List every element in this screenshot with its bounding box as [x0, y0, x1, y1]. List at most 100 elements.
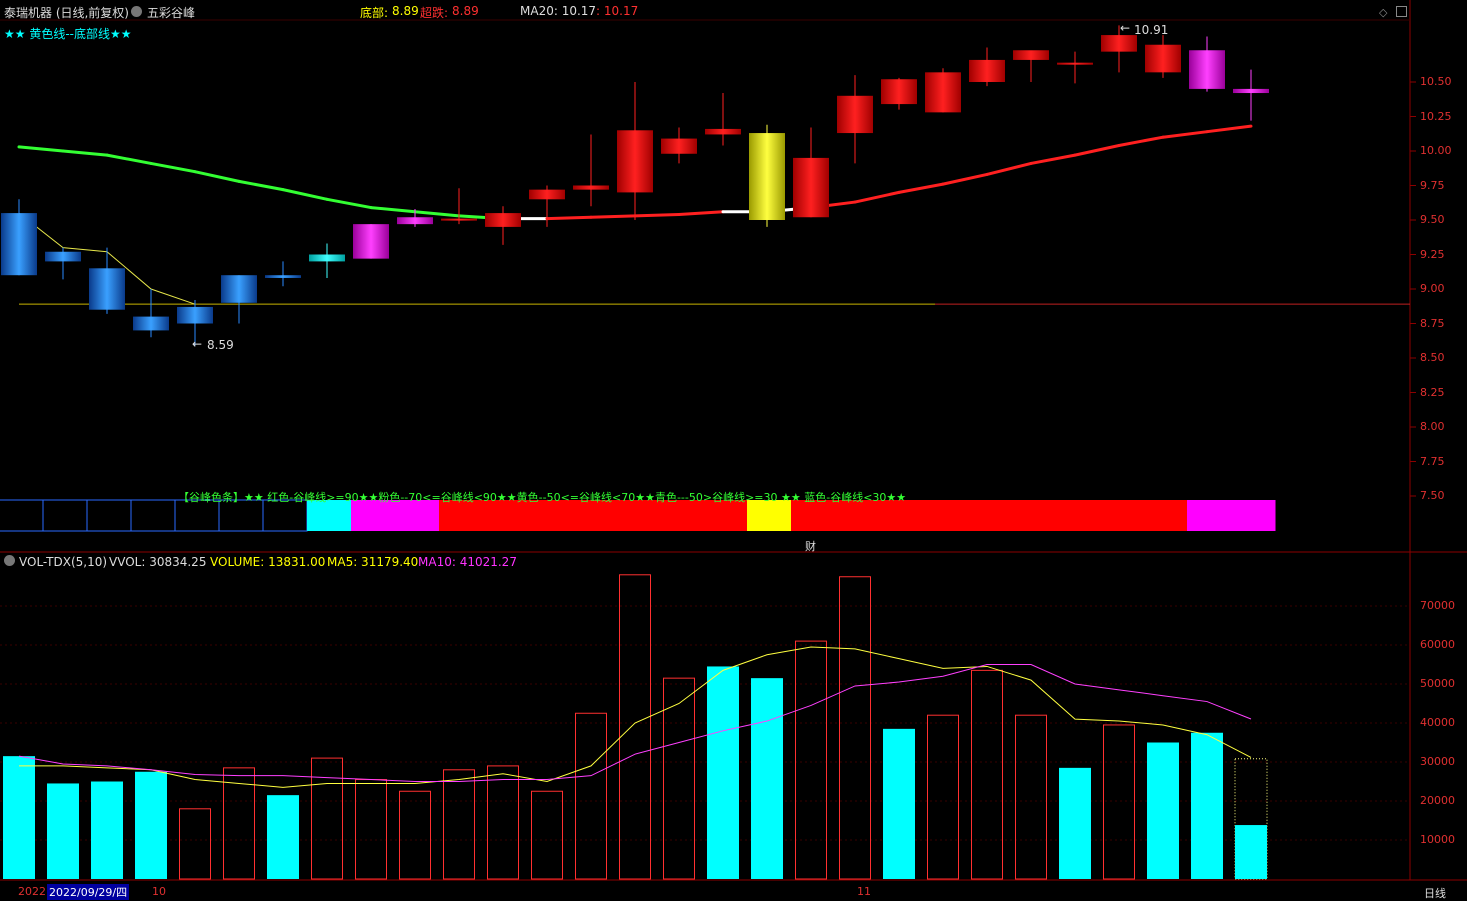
candle-body — [837, 95, 873, 134]
candle-body — [705, 128, 741, 135]
band-cell — [130, 499, 176, 532]
maximize-icon[interactable] — [1396, 6, 1407, 17]
price-tick-label: 8.50 — [1420, 351, 1445, 364]
ma20-segment — [281, 188, 329, 201]
volume-tick-label: 20000 — [1420, 794, 1455, 807]
volume-bar — [751, 678, 783, 879]
ma20-segment — [193, 170, 241, 183]
ma20-segment — [545, 215, 593, 221]
band-cell — [0, 499, 44, 532]
volume-tick-label: 50000 — [1420, 677, 1455, 690]
band-cell — [1187, 500, 1232, 531]
candle-body — [1101, 35, 1137, 52]
ma20-segment — [325, 197, 373, 210]
band-cell — [86, 499, 132, 532]
candle-body — [397, 217, 433, 225]
year-label: 2022 — [18, 885, 46, 898]
volume-bar — [311, 757, 343, 880]
volume-bar — [1147, 742, 1179, 879]
price-tick-label: 8.75 — [1420, 316, 1445, 330]
month-10-label: 10 — [152, 885, 166, 898]
ma20-segment — [1117, 135, 1165, 147]
volume-bar — [3, 756, 35, 879]
volume-bar — [575, 712, 607, 880]
ma20-segment — [853, 190, 901, 204]
volume-bar — [971, 669, 1003, 880]
vol-name[interactable]: VOL-TDX(5,10) — [19, 555, 107, 569]
ma20-segment — [1205, 124, 1253, 134]
candle-body — [749, 133, 785, 220]
candle-body — [1013, 50, 1049, 60]
candle-body — [573, 185, 609, 190]
candle-body — [1233, 88, 1269, 94]
volume-bar — [179, 808, 211, 880]
low-arrow-icon: ← — [192, 337, 203, 351]
volume-bar — [267, 795, 299, 879]
candle-body — [529, 189, 565, 200]
candle-body — [221, 275, 257, 303]
vvol-value: VVOL: 30834.25 — [109, 555, 207, 569]
volume-menu-icon[interactable] — [4, 555, 15, 566]
candle-body — [969, 59, 1005, 82]
volume-chart — [3, 574, 1268, 880]
band-cell — [923, 500, 968, 531]
band-cell — [1143, 500, 1188, 531]
band-cell — [1231, 500, 1276, 531]
bottom-value: 8.89 — [392, 4, 419, 18]
candle-body — [925, 72, 961, 113]
volume-bar — [47, 783, 79, 879]
volume-bar — [1059, 767, 1091, 879]
period-tab[interactable]: 日线 — [1424, 885, 1446, 901]
price-tick-label: 7.50 — [1420, 489, 1445, 502]
ma20-segment — [149, 161, 197, 174]
candle-body — [881, 79, 917, 105]
price-tick-label: 10.50 — [1420, 75, 1452, 88]
stock-title: 泰瑞机器 (日线,前复权) — [4, 6, 129, 20]
candle-body — [309, 254, 345, 262]
ma20-segment — [897, 182, 945, 194]
month-11-label: 11 — [857, 885, 871, 898]
volume-tick-label: 40000 — [1420, 716, 1455, 729]
ma20-label: MA20: 10.17 — [520, 4, 597, 18]
volume-bar — [531, 790, 563, 880]
ma20-value: : 10.17 — [596, 4, 639, 18]
candle-body — [485, 213, 521, 227]
band-cell — [42, 499, 88, 532]
ma20-segment — [369, 206, 417, 214]
volume-tick-label: 30000 — [1420, 755, 1455, 768]
volume-bar — [135, 771, 167, 879]
candle-body — [441, 218, 477, 221]
band-cell — [1011, 500, 1056, 531]
chart-frame — [0, 0, 1467, 881]
candle-body — [793, 157, 829, 218]
ma20-segment — [413, 210, 461, 218]
volume-bar — [1191, 732, 1223, 879]
band-legend: 【谷峰色条】★★ 红色-谷峰线>=90★★粉色--70<=谷峰线<90★★黄色-… — [178, 491, 907, 504]
volume-bar — [91, 781, 123, 879]
ma20-segment — [1029, 153, 1077, 165]
ma20-segment — [633, 212, 681, 218]
price-tick-label: 10.00 — [1420, 144, 1452, 157]
volume-bar — [839, 576, 871, 880]
candle-body — [1057, 62, 1093, 65]
indicator-name[interactable]: 五彩谷峰 — [147, 4, 195, 21]
ma20-segment — [677, 210, 725, 216]
ma20-segment — [941, 172, 989, 186]
ma20-segment — [61, 149, 109, 157]
finance-marker[interactable]: 财 — [805, 538, 816, 554]
price-tick-label: 7.75 — [1420, 454, 1445, 468]
ma10-value: MA10: 41021.27 — [418, 555, 517, 569]
candle-body — [177, 306, 213, 324]
oversold-label: 超跌: — [420, 6, 449, 20]
indicator-menu-icon[interactable] — [131, 6, 142, 17]
volume-tick-label: 60000 — [1420, 638, 1455, 651]
volume-bar — [399, 790, 431, 880]
candle-body — [1145, 44, 1181, 73]
volume-bar — [927, 714, 959, 880]
ma20-segment — [985, 161, 1033, 176]
volume-bar — [355, 779, 387, 880]
price-tick-label: 9.00 — [1420, 282, 1445, 295]
diamond-icon[interactable]: ◇ — [1379, 6, 1391, 19]
high-arrow-icon: ← — [1120, 21, 1131, 35]
volume-bar — [619, 574, 651, 880]
